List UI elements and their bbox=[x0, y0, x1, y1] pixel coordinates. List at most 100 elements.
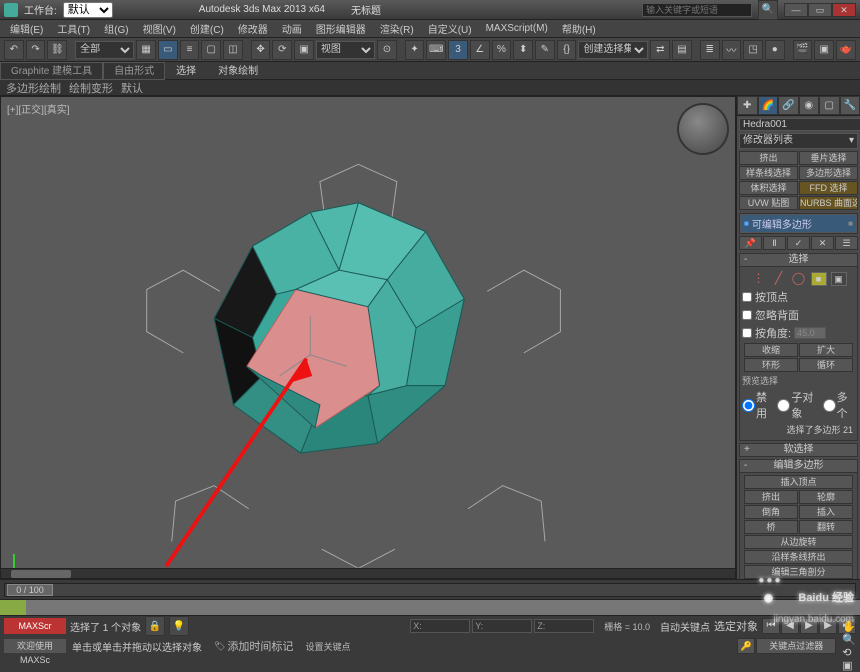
key-filters-button[interactable]: 关键点过滤器 bbox=[756, 638, 836, 654]
btn-outline[interactable]: 轮廓 bbox=[799, 490, 853, 504]
stack-pin[interactable]: 📌 bbox=[739, 236, 762, 250]
hierarchy-tab[interactable]: 🔗 bbox=[778, 96, 799, 115]
curve-editor-button[interactable]: 〰 bbox=[722, 40, 742, 60]
create-tab[interactable]: ✚ bbox=[737, 96, 758, 115]
prev-frame-button[interactable]: ◀ bbox=[781, 618, 799, 634]
rollup-editpoly-header[interactable]: 编辑多边形 bbox=[739, 459, 858, 473]
subobj-vertex-icon[interactable]: ⋮ bbox=[751, 272, 767, 286]
rotate-button[interactable]: ⟳ bbox=[272, 40, 292, 60]
key-sel-set[interactable]: 选定对象 bbox=[714, 618, 758, 634]
subobj-polygon-icon[interactable]: ■ bbox=[811, 272, 827, 286]
ribbon-default[interactable]: 默认 bbox=[121, 80, 143, 96]
btn-along-spline[interactable]: 沿样条线挤出 bbox=[744, 550, 853, 564]
motion-tab[interactable]: ◉ bbox=[799, 96, 820, 115]
ribbon-paintdeform[interactable]: 绘制变形 bbox=[69, 80, 113, 96]
render-setup-button[interactable]: 🎬 bbox=[793, 40, 813, 60]
quick-poly-sel[interactable]: 多边形选择 bbox=[799, 166, 858, 180]
stack-show[interactable]: Ⅱ bbox=[763, 236, 786, 250]
menu-grapheditors[interactable]: 图形编辑器 bbox=[310, 21, 372, 36]
time-slider[interactable]: 0 / 100 bbox=[0, 579, 860, 599]
play-button[interactable]: ▶ bbox=[800, 618, 818, 634]
help-search-input[interactable] bbox=[642, 3, 752, 17]
btn-ring[interactable]: 环形 bbox=[744, 358, 798, 372]
quick-spline-sel[interactable]: 样条线选择 bbox=[739, 166, 798, 180]
menu-edit[interactable]: 编辑(E) bbox=[4, 21, 49, 36]
key-mode-button[interactable]: 🔑 bbox=[737, 638, 755, 654]
quick-patch-sel[interactable]: 垂片选择 bbox=[799, 151, 858, 165]
btn-flip[interactable]: 翻转 bbox=[799, 520, 853, 534]
schematic-button[interactable]: ◳ bbox=[743, 40, 763, 60]
angle-snap-button[interactable]: ∠ bbox=[470, 40, 490, 60]
btn-from-edge[interactable]: 从边旋转 bbox=[744, 535, 853, 549]
rollup-selection-header[interactable]: 选择 bbox=[739, 253, 858, 267]
material-editor-button[interactable]: ● bbox=[765, 40, 785, 60]
radio-multi[interactable] bbox=[823, 399, 836, 412]
menu-group[interactable]: 组(G) bbox=[98, 21, 134, 36]
viewport-hscroll[interactable] bbox=[1, 568, 735, 578]
edit-named-sel-button[interactable]: ✎ bbox=[535, 40, 555, 60]
ref-coord-system[interactable]: 视图 bbox=[316, 41, 375, 59]
nav-orbit-button[interactable]: ⟲ bbox=[842, 646, 856, 659]
radio-disable[interactable] bbox=[742, 399, 755, 412]
percent-snap-button[interactable]: % bbox=[492, 40, 512, 60]
time-knob[interactable]: 0 / 100 bbox=[7, 584, 53, 596]
autokey-label[interactable]: 自动关键点 bbox=[660, 619, 710, 634]
lock-selection-icon[interactable]: 🔒 bbox=[145, 616, 165, 636]
rollup-softsel-header[interactable]: 软选择 bbox=[739, 443, 858, 457]
ribbon-tab-freeform[interactable]: 自由形式 bbox=[103, 62, 165, 80]
utilities-tab[interactable]: 🔧 bbox=[840, 96, 860, 115]
btn-loop[interactable]: 循环 bbox=[799, 358, 853, 372]
align-button[interactable]: ▤ bbox=[672, 40, 692, 60]
keyboard-shortcut-button[interactable]: ⌨ bbox=[426, 40, 446, 60]
redo-button[interactable]: ↷ bbox=[26, 40, 46, 60]
link-button[interactable]: ⛓ bbox=[47, 40, 67, 60]
stack-unique[interactable]: ✓ bbox=[787, 236, 810, 250]
subobj-element-icon[interactable]: ▣ bbox=[831, 272, 847, 286]
menu-modifiers[interactable]: 修改器 bbox=[232, 21, 274, 36]
goto-start-button[interactable]: ⏮ bbox=[762, 618, 780, 634]
btn-bridge[interactable]: 桥 bbox=[744, 520, 798, 534]
btn-extrude[interactable]: 挤出 bbox=[744, 490, 798, 504]
stack-remove[interactable]: ✕ bbox=[811, 236, 834, 250]
undo-button[interactable]: ↶ bbox=[4, 40, 24, 60]
modify-tab[interactable]: 🌈 bbox=[758, 96, 779, 115]
coord-x[interactable]: X: bbox=[410, 619, 470, 633]
btn-edit-tri[interactable]: 编辑三角剖分 bbox=[744, 565, 853, 579]
select-object-button[interactable]: ▭ bbox=[158, 40, 178, 60]
viewport[interactable]: [+][正交][真实] bbox=[0, 96, 736, 579]
menu-rendering[interactable]: 渲染(R) bbox=[374, 21, 420, 36]
layers-button[interactable]: ≣ bbox=[700, 40, 720, 60]
ribbon-tab-graphite[interactable]: Graphite 建模工具 bbox=[0, 62, 103, 80]
use-center-button[interactable]: ⊙ bbox=[377, 40, 397, 60]
cb-by-vertex[interactable] bbox=[742, 292, 752, 302]
close-button[interactable]: ✕ bbox=[832, 3, 856, 17]
subobj-edge-icon[interactable]: ╱ bbox=[771, 272, 787, 286]
stack-config[interactable]: ☰ bbox=[835, 236, 858, 250]
cb-by-angle[interactable] bbox=[742, 328, 752, 338]
macro-recorder[interactable]: MAXScr bbox=[4, 618, 66, 634]
menu-help[interactable]: 帮助(H) bbox=[556, 21, 602, 36]
crossing-button[interactable]: ▦ bbox=[136, 40, 156, 60]
object-name-input[interactable] bbox=[739, 118, 860, 131]
ribbon-tab-selection[interactable]: 选择 bbox=[165, 62, 207, 80]
menu-views[interactable]: 视图(V) bbox=[137, 21, 182, 36]
quick-extrude[interactable]: 挤出 bbox=[739, 151, 798, 165]
cb-ignore-back[interactable] bbox=[742, 310, 752, 320]
ribbon-polypaint[interactable]: 多边形绘制 bbox=[6, 80, 61, 96]
help-search-button[interactable]: 🔍 bbox=[758, 0, 778, 20]
quick-uvw[interactable]: UVW 贴图 bbox=[739, 196, 798, 210]
quick-nurbs[interactable]: NURBS 曲面选择 bbox=[799, 196, 858, 210]
btn-grow[interactable]: 扩大 bbox=[799, 343, 853, 357]
spinner-snap-button[interactable]: ⬍ bbox=[513, 40, 533, 60]
next-frame-button[interactable]: ▶ bbox=[819, 618, 837, 634]
selection-filter[interactable]: 全部 bbox=[75, 41, 134, 59]
workspace-dropdown[interactable]: 默认 bbox=[63, 2, 113, 18]
render-button[interactable]: 🫖 bbox=[836, 40, 856, 60]
display-tab[interactable]: ▢ bbox=[819, 96, 840, 115]
btn-bevel[interactable]: 倒角 bbox=[744, 505, 798, 519]
nav-pan-button[interactable]: ✋ bbox=[842, 620, 856, 633]
angle-spinner[interactable]: 45.0 bbox=[794, 327, 826, 339]
coord-y[interactable]: Y: bbox=[472, 619, 532, 633]
btn-insert-vert[interactable]: 插入顶点 bbox=[744, 475, 853, 489]
snap-toggle-button[interactable]: 3 bbox=[448, 40, 468, 60]
